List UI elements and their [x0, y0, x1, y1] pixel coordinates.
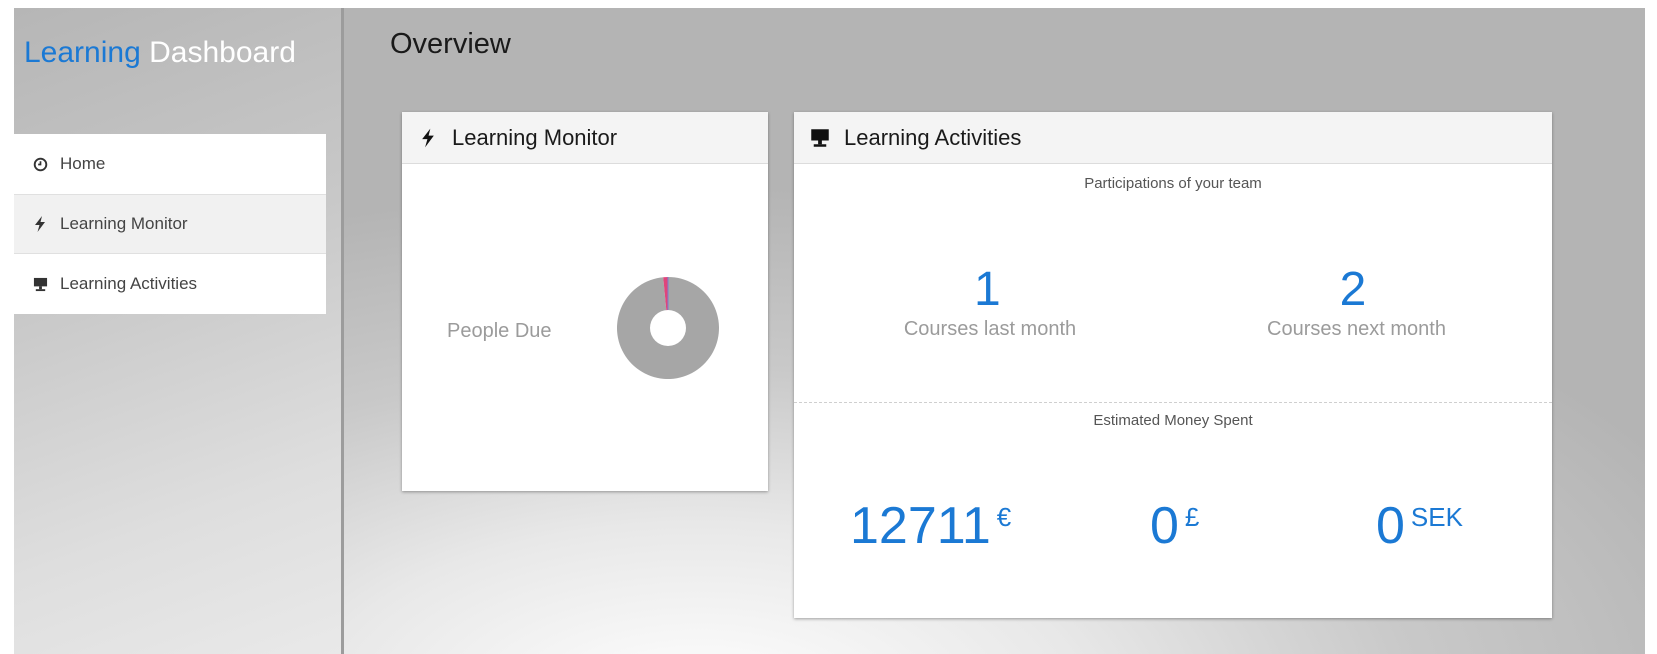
people-due-label: People Due — [447, 320, 552, 342]
sidebar-item-label: Learning Monitor — [60, 214, 188, 233]
monitor-icon — [32, 275, 48, 293]
currency-symbol: SEK — [1410, 502, 1463, 532]
sidebar-item-label: Learning Activities — [60, 274, 198, 293]
money-euro: 12711 € — [850, 496, 1011, 556]
money-amount: 0 — [1150, 497, 1179, 555]
people-due-donut-chart[interactable] — [616, 276, 720, 380]
card-title: Learning Monitor — [452, 124, 618, 150]
courses-last-month-value: 1 — [974, 263, 1001, 316]
sidebar: Learning Dashboard Home Learning Monitor… — [14, 8, 344, 654]
brand-part-learning: Learning — [24, 36, 141, 69]
sidebar-item-home[interactable]: Home — [14, 134, 326, 194]
clock-icon — [32, 155, 48, 173]
brand-part-dashboard: Dashboard — [149, 36, 296, 69]
learning-activities-card: Learning Activities Participations of yo… — [794, 112, 1552, 618]
monitor-icon — [810, 127, 830, 149]
money-amount: 12711 — [850, 497, 991, 555]
card-header: Learning Monitor — [402, 112, 768, 164]
app-window: Learning Dashboard Home Learning Monitor… — [14, 8, 1645, 654]
money-spent-label: Estimated Money Spent — [1093, 412, 1253, 429]
currency-symbol: £ — [1184, 502, 1200, 532]
sidebar-item-label: Home — [60, 154, 106, 173]
sidebar-nav: Home Learning Monitor Learning Activitie… — [14, 134, 326, 314]
money-amount: 0 — [1376, 497, 1405, 555]
courses-next-month-value: 2 — [1339, 263, 1367, 316]
learning-monitor-card: Learning Monitor People Due — [402, 112, 768, 491]
card-title: Learning Activities — [844, 124, 1022, 150]
donut-hole — [650, 310, 686, 346]
page-title: Overview — [390, 28, 511, 60]
courses-last-month-label: Courses last month — [903, 318, 1077, 340]
money-pound: 0 £ — [1150, 496, 1199, 556]
bolt-icon — [32, 215, 48, 233]
money-sek: 0 SEK — [1376, 496, 1463, 556]
card-header: Learning Activities — [794, 112, 1552, 164]
participations-label: Participations of your team — [1084, 175, 1262, 192]
bolt-icon — [418, 127, 438, 149]
currency-symbol: € — [996, 502, 1012, 532]
sidebar-item-learning-monitor[interactable]: Learning Monitor — [14, 194, 326, 254]
section-divider — [794, 402, 1552, 403]
brand-title[interactable]: Learning Dashboard — [24, 36, 296, 70]
sidebar-item-learning-activities[interactable]: Learning Activities — [14, 254, 326, 314]
courses-next-month-label: Courses next month — [1267, 318, 1446, 340]
